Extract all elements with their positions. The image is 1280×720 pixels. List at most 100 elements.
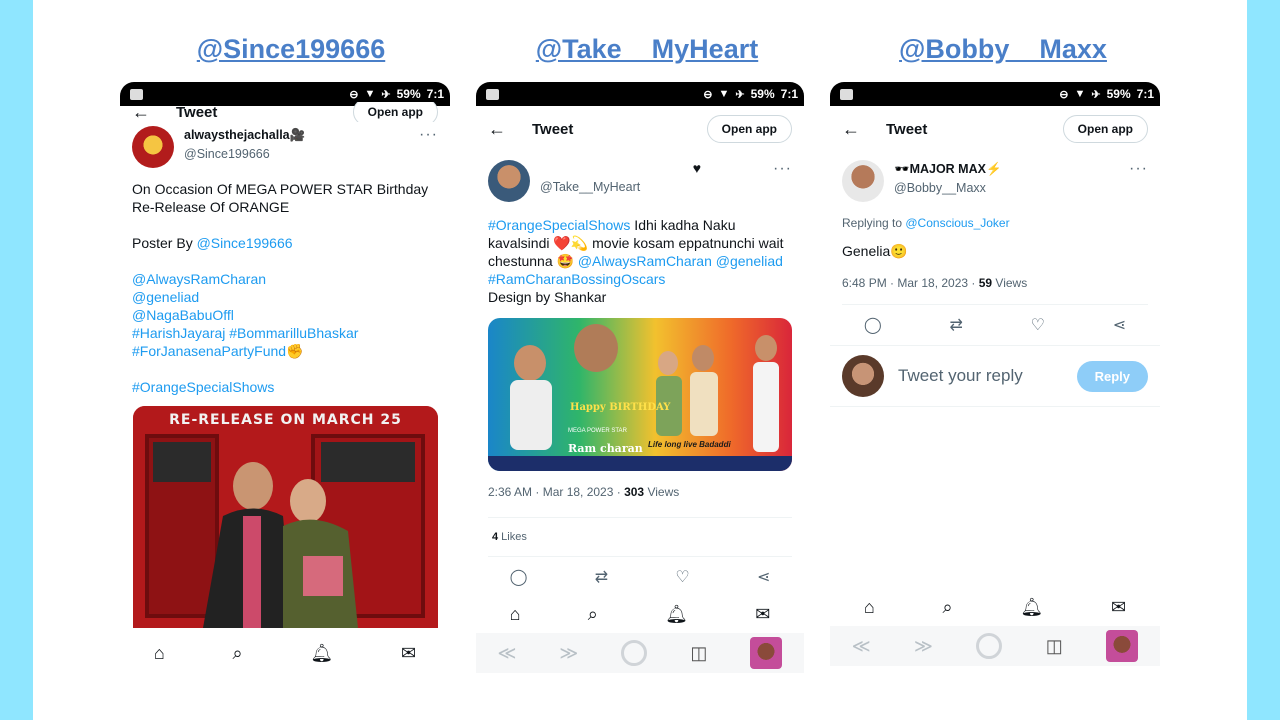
bottom-nav: ⌂ ⌕ 🔔︎ ✉ — [120, 628, 450, 678]
minus-circle-icon: ⊖ — [349, 88, 359, 101]
author-handle[interactable]: @Take__MyHeart — [540, 178, 693, 197]
tabs-icon[interactable]: ◫ — [1046, 636, 1063, 657]
open-app-button[interactable]: Open app — [1062, 115, 1148, 143]
status-bar: ⊖ ▼ ✈ 59% 7:1 — [830, 82, 1160, 106]
author-name[interactable]: alwaysthejachalla🎥 — [184, 126, 419, 145]
header-since199666[interactable]: @Since199666 — [141, 34, 441, 65]
header-bobby-maxx[interactable]: @Bobby__Maxx — [853, 34, 1153, 65]
bell-icon[interactable]: 🔔︎ — [310, 643, 333, 664]
back-arrow-icon[interactable]: ← — [132, 102, 150, 122]
hashtag-link[interactable]: #OrangeSpecialShows — [132, 378, 438, 396]
status-bar: ⊖ ▼ ✈ 59% 7:1 — [476, 82, 804, 106]
avatar[interactable] — [132, 126, 174, 168]
bottom-nav: ⌂ ⌕ 🔔︎ ✉ — [830, 588, 1160, 626]
mail-icon[interactable]: ✉ — [401, 643, 416, 664]
tweet-meta: 2:36 AM · Mar 18, 2023 · 303 Views — [476, 471, 804, 499]
hashtag-link[interactable]: #RamCharanBossingOscars — [488, 271, 665, 287]
clock: 7:1 — [780, 87, 798, 101]
mentions-list: @AlwaysRamCharan @geneliad @NagaBabuOffl… — [132, 270, 438, 360]
hashtag-link[interactable]: #ForJanasenaPartyFund✊ — [132, 342, 438, 360]
share-icon[interactable]: ⋖ — [1113, 315, 1126, 335]
heart-icon: ♥ — [692, 160, 702, 176]
retweet-icon[interactable]: ⇄ — [950, 315, 963, 335]
tweet-image[interactable]: RE-RELEASE ON MARCH 25 — [133, 406, 438, 628]
like-icon[interactable]: ♡ — [675, 567, 689, 587]
back-nav-icon[interactable]: ≪ — [852, 636, 871, 657]
loading-circle-icon — [621, 640, 648, 666]
back-nav-icon[interactable]: ≪ — [498, 643, 517, 664]
tweet-text: On Occasion Of MEGA POWER STAR Birthday … — [132, 181, 429, 215]
avatar[interactable] — [842, 160, 884, 202]
mail-icon[interactable]: ✉ — [755, 604, 770, 625]
home-icon[interactable]: ⌂ — [864, 597, 875, 618]
poster-sub: MEGA POWER STAR — [568, 428, 627, 434]
open-app-button[interactable]: Open app — [352, 102, 438, 122]
wifi-icon: ▼ — [364, 88, 376, 100]
right-cyan-margin — [1247, 0, 1280, 720]
reply-icon[interactable]: ◯ — [864, 315, 882, 335]
tabs-icon[interactable]: ◫ — [690, 643, 707, 664]
wifi-icon: ▼ — [1074, 88, 1086, 100]
search-icon[interactable]: ⌕ — [943, 597, 953, 618]
more-options-icon[interactable]: ··· — [773, 160, 792, 178]
reply-button[interactable]: Reply — [1076, 360, 1148, 392]
mention-link[interactable]: @NagaBabuOffl — [132, 306, 438, 324]
avatar[interactable] — [488, 160, 530, 202]
mail-icon[interactable]: ✉ — [1111, 597, 1126, 618]
reply-composer: Tweet your reply Reply — [830, 346, 1160, 406]
views-label: Views — [644, 485, 680, 499]
timestamp: 6:48 PM · Mar 18, 2023 · — [842, 276, 979, 290]
more-options-icon[interactable]: ··· — [1129, 160, 1148, 178]
profile-avatar[interactable] — [1106, 630, 1139, 662]
battery-level: 59% — [396, 87, 421, 101]
home-icon[interactable]: ⌂ — [510, 604, 521, 625]
wifi-icon: ▼ — [718, 88, 730, 100]
retweet-icon[interactable]: ⇄ — [595, 567, 608, 587]
top-nav: ← Tweet Open app — [830, 106, 1160, 152]
more-options-icon[interactable]: ··· — [419, 126, 438, 144]
author-handle[interactable]: @Since199666 — [184, 145, 419, 164]
design-by-text: Design by Shankar — [488, 289, 607, 305]
top-nav: ← Tweet Open app — [476, 106, 804, 152]
bell-icon[interactable]: 🔔︎ — [665, 604, 688, 625]
profile-avatar[interactable] — [750, 637, 783, 669]
search-icon[interactable]: ⌕ — [588, 604, 598, 625]
author-name[interactable]: 🕶️MAJOR MAX⚡ — [894, 160, 1129, 179]
tweet-author: 🕶️MAJOR MAX⚡ @Bobby__Maxx ··· — [830, 160, 1160, 202]
likes-row[interactable]: 4 Likes — [476, 518, 804, 556]
poster-by-link[interactable]: @Since199666 — [197, 235, 293, 251]
replying-to-link[interactable]: @Conscious_Joker — [905, 216, 1009, 230]
header-take-myheart[interactable]: @Take__MyHeart — [497, 34, 797, 65]
nav-title: Tweet — [886, 120, 928, 138]
airplane-icon: ✈ — [735, 88, 745, 101]
minus-circle-icon: ⊖ — [703, 88, 713, 101]
hashtag-link[interactable]: #OrangeSpecialShows — [488, 217, 630, 233]
tweet-image[interactable]: Happy BIRTHDAY Ram charan MEGA POWER STA… — [488, 318, 792, 471]
hashtag-link[interactable]: #HarishJayaraj #BommarilluBhaskar — [132, 324, 438, 342]
tweet-text: Genelia🙂 — [842, 243, 908, 259]
minus-circle-icon: ⊖ — [1059, 88, 1069, 101]
back-arrow-icon[interactable]: ← — [842, 119, 860, 140]
like-icon[interactable]: ♡ — [1031, 315, 1045, 335]
nav-title: Tweet — [176, 103, 218, 121]
likes-label: Likes — [498, 531, 527, 543]
search-icon[interactable]: ⌕ — [233, 643, 243, 664]
back-arrow-icon[interactable]: ← — [488, 119, 506, 140]
mention-link[interactable]: @geneliad — [132, 288, 438, 306]
bell-icon[interactable]: 🔔︎ — [1020, 597, 1043, 618]
status-icons: ⊖ ▼ ✈ 59% 7:1 — [349, 87, 444, 101]
forward-nav-icon[interactable]: ≫ — [914, 636, 933, 657]
share-icon[interactable]: ⋖ — [757, 567, 770, 587]
mention-link[interactable]: @AlwaysRamCharan — [132, 270, 438, 288]
poster-banner-text: RE-RELEASE ON MARCH 25 — [169, 412, 402, 428]
mention-link[interactable]: @geneliad — [716, 253, 783, 269]
home-icon[interactable]: ⌂ — [154, 643, 165, 664]
mention-link[interactable]: @AlwaysRamCharan — [578, 253, 712, 269]
open-app-button[interactable]: Open app — [706, 115, 792, 143]
bottom-nav: ⌂ ⌕ 🔔︎ ✉ — [476, 595, 804, 633]
nav-title: Tweet — [532, 120, 574, 138]
reply-input[interactable]: Tweet your reply — [898, 366, 1077, 386]
forward-nav-icon[interactable]: ≫ — [559, 643, 578, 664]
author-handle[interactable]: @Bobby__Maxx — [894, 179, 1129, 198]
reply-icon[interactable]: ◯ — [510, 567, 528, 587]
